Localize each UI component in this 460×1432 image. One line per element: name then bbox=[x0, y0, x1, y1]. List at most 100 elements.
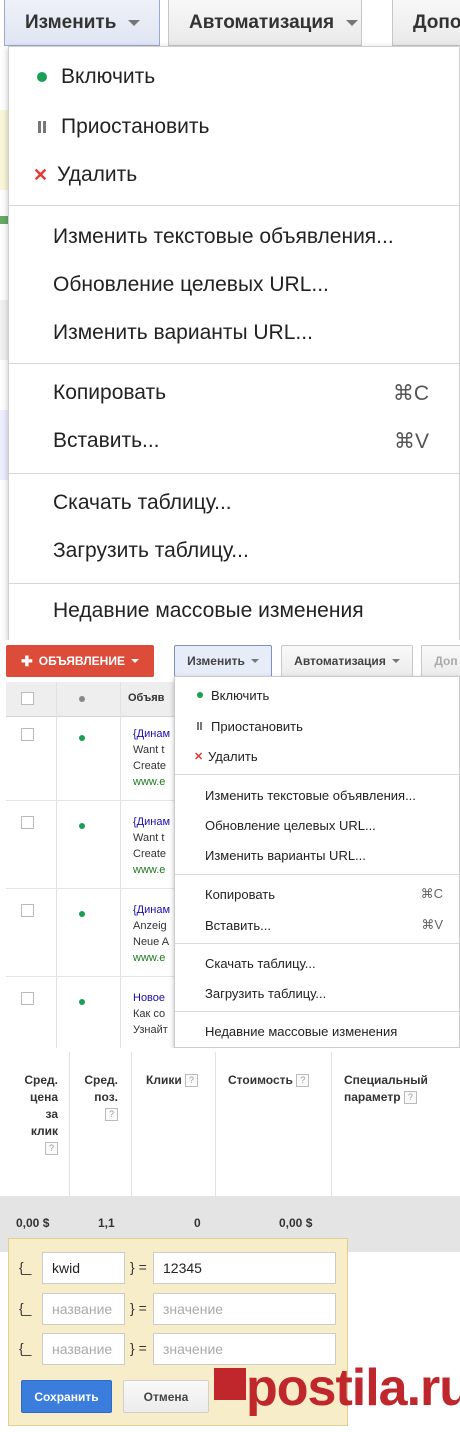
edit-dropdown-button[interactable]: Изменить bbox=[174, 645, 272, 677]
ad-display-url: www.e bbox=[133, 776, 166, 788]
menu-divider bbox=[9, 363, 459, 364]
ad-description: Узнайт bbox=[133, 1024, 168, 1036]
avg-pos-header[interactable]: Сред. поз. ? bbox=[80, 1072, 118, 1123]
menu-item-delete[interactable]: ✕ Удалить bbox=[9, 151, 459, 199]
menu-item-delete[interactable]: ✕ Удалить bbox=[175, 742, 459, 770]
menu-item-enable[interactable]: Включить bbox=[175, 681, 459, 709]
menu-item-recent-bulk[interactable]: Недавние массовые изменения bbox=[175, 1017, 459, 1045]
menu-item-update-final-urls[interactable]: Обновление целевых URL... bbox=[175, 811, 459, 839]
column-divider bbox=[120, 682, 121, 1048]
select-all-checkbox[interactable] bbox=[21, 692, 34, 705]
menu-item-label: Скачать таблицу... bbox=[205, 955, 316, 971]
menu-item-copy[interactable]: Копировать ⌘C bbox=[9, 369, 459, 417]
menu-item-upload[interactable]: Загрузить таблицу... bbox=[9, 527, 459, 575]
header-line: параметр bbox=[344, 1090, 401, 1104]
menu-item-edit-text-ads[interactable]: Изменить текстовые объявления... bbox=[9, 213, 459, 261]
menu-item-download[interactable]: Скачать таблицу... bbox=[9, 479, 459, 527]
ad-description: Как со bbox=[133, 1008, 166, 1020]
ad-title-link[interactable]: {Динам bbox=[133, 902, 179, 918]
shortcut-label: ⌘C bbox=[420, 886, 443, 901]
menu-item-download[interactable]: Скачать таблицу... bbox=[175, 949, 459, 977]
header-line: Сред. bbox=[24, 1073, 58, 1087]
menu-divider bbox=[175, 774, 459, 775]
menu-item-label: Копировать bbox=[205, 886, 275, 902]
avg-cpc-header[interactable]: Сред. цена за клик ? bbox=[18, 1072, 58, 1157]
row-checkbox[interactable] bbox=[21, 904, 34, 917]
new-ad-button[interactable]: ✚ ОБЪЯВЛЕНИЕ bbox=[6, 645, 154, 677]
header-line: поз. bbox=[94, 1090, 118, 1104]
pause-icon bbox=[38, 121, 46, 133]
menu-item-label: Обновление целевых URL... bbox=[53, 273, 329, 296]
menu-item-pause[interactable]: Приостановить bbox=[175, 712, 459, 740]
ad-column-header[interactable]: Объяв bbox=[128, 692, 164, 704]
help-icon[interactable]: ? bbox=[296, 1074, 310, 1088]
ad-title-link[interactable]: {Динам bbox=[133, 814, 179, 830]
custom-param-header[interactable]: Специальный параметр ? bbox=[344, 1072, 428, 1106]
automation-dropdown-button[interactable]: Автоматизация bbox=[281, 645, 413, 677]
header-line: за bbox=[45, 1107, 58, 1121]
menu-item-recent-bulk[interactable]: Недавние массовые изменения bbox=[9, 587, 459, 635]
menu-item-pause[interactable]: Приостановить bbox=[9, 103, 459, 151]
menu-item-copy[interactable]: Копировать ⌘C bbox=[175, 880, 459, 908]
row-checkbox[interactable] bbox=[21, 992, 34, 1005]
ad-description: Create bbox=[133, 760, 167, 772]
menu-item-edit-url-options[interactable]: Изменить варианты URL... bbox=[175, 841, 459, 869]
header-label: Стоимость bbox=[228, 1073, 293, 1087]
status-dot-icon bbox=[79, 696, 85, 702]
param-value-input[interactable]: значение bbox=[153, 1293, 336, 1325]
menu-item-paste[interactable]: Вставить... ⌘V bbox=[175, 911, 459, 939]
menu-item-label: Изменить варианты URL... bbox=[205, 847, 366, 863]
pause-icon bbox=[197, 722, 202, 730]
menu-item-label: Изменить текстовые объявления... bbox=[205, 787, 416, 803]
menu-item-label: Обновление целевых URL... bbox=[205, 817, 376, 833]
more-dropdown-button[interactable]: Допо bbox=[392, 0, 460, 46]
total-clicks: 0 bbox=[194, 1216, 201, 1230]
plus-icon: ✚ bbox=[21, 652, 33, 669]
green-dot-icon bbox=[197, 692, 203, 698]
row-checkbox[interactable] bbox=[21, 728, 34, 741]
param-name-input[interactable]: название bbox=[42, 1293, 125, 1325]
chevron-down-icon bbox=[346, 19, 359, 26]
ad-title-link[interactable]: {Динам bbox=[133, 726, 179, 742]
column-divider bbox=[56, 682, 57, 1048]
param-name-input[interactable]: kwid bbox=[42, 1252, 125, 1284]
menu-item-label: Удалить bbox=[57, 163, 138, 186]
green-dot-icon bbox=[37, 72, 47, 82]
menu-item-upload[interactable]: Загрузить таблицу... bbox=[175, 979, 459, 1007]
menu-item-label: Копировать bbox=[53, 381, 167, 404]
header-line: Специальный bbox=[344, 1073, 428, 1087]
menu-item-update-final-urls[interactable]: Обновление целевых URL... bbox=[9, 261, 459, 309]
more-label: Доп bbox=[434, 654, 458, 668]
ad-title-link[interactable]: Новое bbox=[133, 990, 179, 1006]
clicks-header[interactable]: Клики ? bbox=[146, 1072, 199, 1089]
row-checkbox[interactable] bbox=[21, 816, 34, 829]
menu-item-enable[interactable]: Включить bbox=[9, 53, 459, 101]
cost-header[interactable]: Стоимость ? bbox=[228, 1072, 310, 1089]
shortcut-label: ⌘V bbox=[421, 917, 443, 932]
cancel-button[interactable]: Отмена bbox=[123, 1380, 209, 1413]
zoomed-edit-menu-panel: Изменить Автоматизация Допо Включить При… bbox=[0, 0, 460, 640]
chevron-down-icon bbox=[250, 659, 259, 663]
more-dropdown-button[interactable]: Доп bbox=[421, 645, 460, 677]
automation-dropdown-button[interactable]: Автоматизация bbox=[168, 0, 362, 46]
menu-item-edit-text-ads[interactable]: Изменить текстовые объявления... bbox=[175, 781, 459, 809]
header-line: цена bbox=[30, 1090, 58, 1104]
menu-item-label: Скачать таблицу... bbox=[53, 491, 232, 514]
help-icon[interactable]: ? bbox=[45, 1142, 58, 1156]
menu-item-edit-url-options[interactable]: Изменить варианты URL... bbox=[9, 309, 459, 357]
help-icon[interactable]: ? bbox=[105, 1108, 118, 1122]
menu-item-paste[interactable]: Вставить... ⌘V bbox=[9, 417, 459, 465]
help-icon[interactable]: ? bbox=[185, 1074, 199, 1088]
param-value-input[interactable]: 12345 bbox=[153, 1252, 336, 1284]
help-icon[interactable]: ? bbox=[403, 1091, 417, 1105]
ad-description: Want t bbox=[133, 832, 165, 844]
menu-divider bbox=[175, 943, 459, 944]
save-button[interactable]: Сохранить bbox=[21, 1380, 112, 1413]
close-icon: ✕ bbox=[194, 750, 204, 763]
chevron-down-icon bbox=[391, 659, 400, 663]
edit-dropdown-button[interactable]: Изменить bbox=[4, 0, 160, 46]
param-name-input[interactable]: название bbox=[42, 1333, 125, 1365]
shortcut-label: ⌘V bbox=[393, 429, 429, 453]
edit-menu: Включить Приостановить ✕ Удалить Изменит… bbox=[174, 676, 460, 1048]
brace-close: } = bbox=[130, 1300, 147, 1316]
